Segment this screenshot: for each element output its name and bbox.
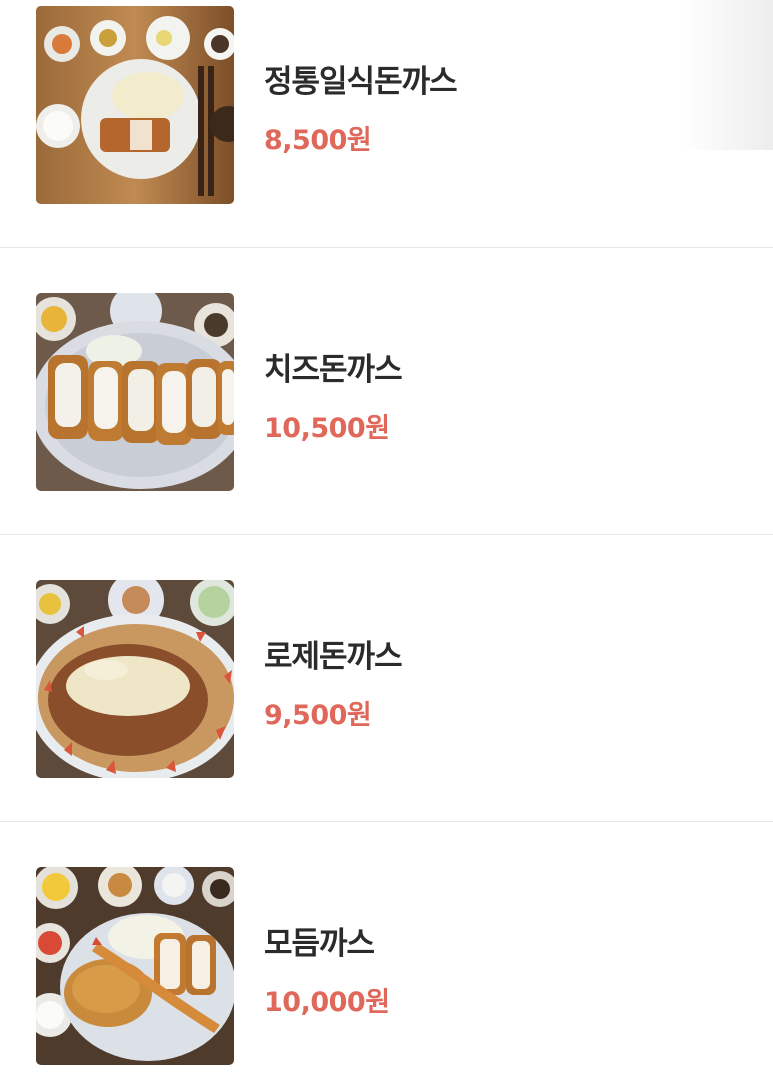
- cheese-tonkatsu-photo: [36, 293, 234, 491]
- menu-item-name: 모듬까스: [264, 926, 375, 962]
- menu-item-price: 8,500원: [264, 125, 372, 156]
- menu-item[interactable]: 로제돈까스 9,500원: [0, 535, 773, 783]
- menu-item[interactable]: 모듬까스 10,000원: [0, 822, 773, 1070]
- menu-item-price: 10,500원: [264, 413, 390, 444]
- menu-item[interactable]: 정통일식돈까스 8,500원: [0, 0, 773, 248]
- menu-item-price: 10,000원: [264, 987, 390, 1018]
- assorted-katsu-photo: [36, 867, 234, 1065]
- menu-item-name: 치즈돈까스: [264, 352, 403, 388]
- menu-item-name: 로제돈까스: [264, 639, 403, 675]
- menu-item-price: 9,500원: [264, 700, 372, 731]
- menu-item-name: 정통일식돈까스: [264, 64, 458, 100]
- menu-item[interactable]: 치즈돈까스 10,500원: [0, 248, 773, 496]
- rose-tonkatsu-photo: [36, 580, 234, 778]
- tonkatsu-set-photo: [36, 6, 234, 204]
